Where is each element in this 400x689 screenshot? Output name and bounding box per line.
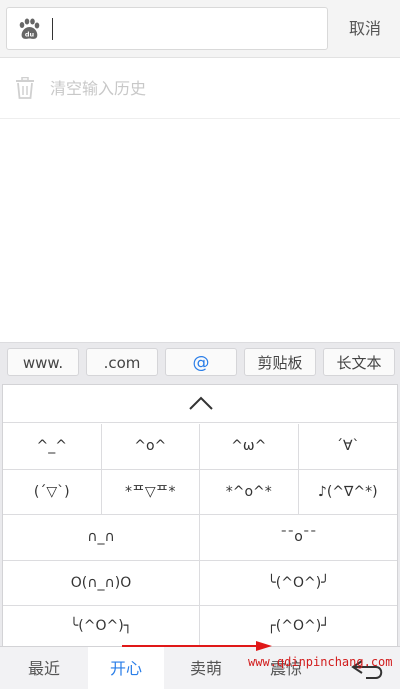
suggestion-com[interactable]: .com	[86, 348, 158, 376]
emoticon-key[interactable]: ^o^	[101, 424, 200, 470]
cancel-button[interactable]: 取消	[340, 8, 390, 50]
emoticon-key[interactable]: ^ω^	[200, 424, 299, 470]
baidu-paw-icon: du	[19, 18, 40, 39]
tab-happy[interactable]: 开心	[88, 647, 164, 689]
emoticon-key[interactable]: *^o^*	[200, 469, 299, 515]
suggestion-clipboard[interactable]: 剪贴板	[244, 348, 316, 376]
suggestion-bar: www. .com @ 剪贴板 长文本	[0, 342, 400, 380]
emoticon-key[interactable]: (´▽`)	[3, 469, 102, 515]
emoticon-key[interactable]: ¯¯o¯¯	[200, 515, 397, 561]
trash-icon	[16, 77, 34, 99]
svg-text:du: du	[25, 31, 35, 39]
emoticon-key[interactable]: O(∩_∩)O	[3, 560, 200, 606]
collapse-button[interactable]	[3, 385, 397, 423]
emoticon-key[interactable]: ∩_∩	[3, 515, 200, 561]
suggestion-long-text[interactable]: 长文本	[323, 348, 395, 376]
suggestion-www[interactable]: www.	[7, 348, 79, 376]
watermark: www.qdinpinchang.com	[248, 655, 393, 669]
tab-recent[interactable]: 最近	[0, 647, 88, 689]
search-input[interactable]: du	[6, 7, 328, 50]
emoticon-key[interactable]: ╰(^O^)╯	[200, 561, 397, 606]
search-header: du 取消	[0, 0, 400, 58]
chevron-up-icon	[189, 396, 213, 410]
clear-history-label: 清空输入历史	[50, 79, 147, 98]
text-caret	[52, 18, 53, 40]
emoticon-panel: ^_^ ^o^ ^ω^ ´∀` (´▽`) *ᄑ▽ᄑ* *^o^* ♪(^∇^*) ∩_∩ ¯¯o…	[2, 384, 398, 647]
emoticon-key[interactable]: ♪(^∇^*)	[298, 470, 397, 515]
emoticon-key[interactable]: ^_^	[3, 424, 102, 470]
tab-cute[interactable]: 卖萌	[164, 647, 248, 689]
clear-history-row[interactable]: 清空输入历史	[0, 59, 400, 119]
emoticon-key[interactable]: *ᄑ▽ᄑ*	[101, 469, 200, 515]
suggestion-at[interactable]: @	[165, 348, 237, 376]
emoticon-key[interactable]: ´∀`	[298, 424, 397, 470]
annotation-arrow	[122, 641, 272, 651]
